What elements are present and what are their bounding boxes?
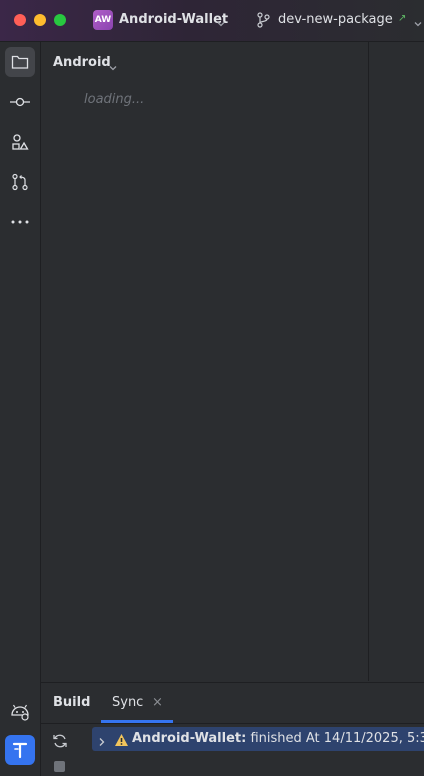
chevron-down-icon[interactable] [413,14,423,33]
android-device-icon [11,704,29,721]
more-tool-windows-button[interactable] [5,207,35,237]
folder-icon [11,55,29,69]
chevron-down-icon[interactable] [108,58,118,77]
commit-tool-button[interactable] [5,87,35,117]
project-badge[interactable]: AW [93,10,113,30]
project-selector[interactable]: Android-Wallet [119,12,228,27]
chevron-right-icon[interactable] [97,733,107,752]
window-close-button[interactable] [14,14,26,26]
pull-requests-tool-button[interactable] [5,167,35,197]
project-tool-button[interactable] [5,47,35,77]
sync-icon[interactable] [52,733,68,753]
loading-text: loading... [84,92,145,107]
window-maximize-button[interactable] [54,14,66,26]
structure-icon [12,134,29,150]
tab-build[interactable]: Build [53,695,90,710]
sync-result-message: finished At 14/11/2025, 5:34 7 [250,731,424,746]
pull-requests-icon [12,173,28,191]
stop-icon[interactable] [54,761,65,772]
tool-window-strip [0,42,41,776]
more-icon [11,220,29,224]
project-view-selector[interactable]: Android [53,55,111,70]
branch-push-arrow-icon: ↗ [398,13,407,24]
branch-selector[interactable]: dev-new-package [278,12,393,27]
commit-icon [10,97,30,107]
t-plugin-icon [12,742,28,759]
plugin-tool-button[interactable] [5,735,35,765]
device-manager-tool-button[interactable] [5,697,35,727]
project-panel: Android loading... [41,42,368,681]
chevron-down-icon[interactable] [216,14,226,33]
tab-sync[interactable]: Sync [112,695,143,710]
sync-result-row[interactable]: Android-Wallet: finished At 14/11/2025, … [92,727,424,751]
structure-tool-button[interactable] [5,127,35,157]
divider [41,723,424,724]
close-icon[interactable]: × [152,695,163,710]
editor-area [369,42,424,681]
build-panel: Build Sync × Android-Wallet: finished At… [41,682,424,776]
sync-result-project: Android-Wallet: [132,731,247,746]
branch-icon[interactable] [256,12,270,32]
title-bar: AW Android-Wallet dev-new-package ↗ [0,0,424,42]
ide-window: AW Android-Wallet dev-new-package ↗ Andr… [0,0,424,776]
window-minimize-button[interactable] [34,14,46,26]
sync-result-text: Android-Wallet: finished At 14/11/2025, … [132,731,424,746]
warning-icon [114,732,129,751]
